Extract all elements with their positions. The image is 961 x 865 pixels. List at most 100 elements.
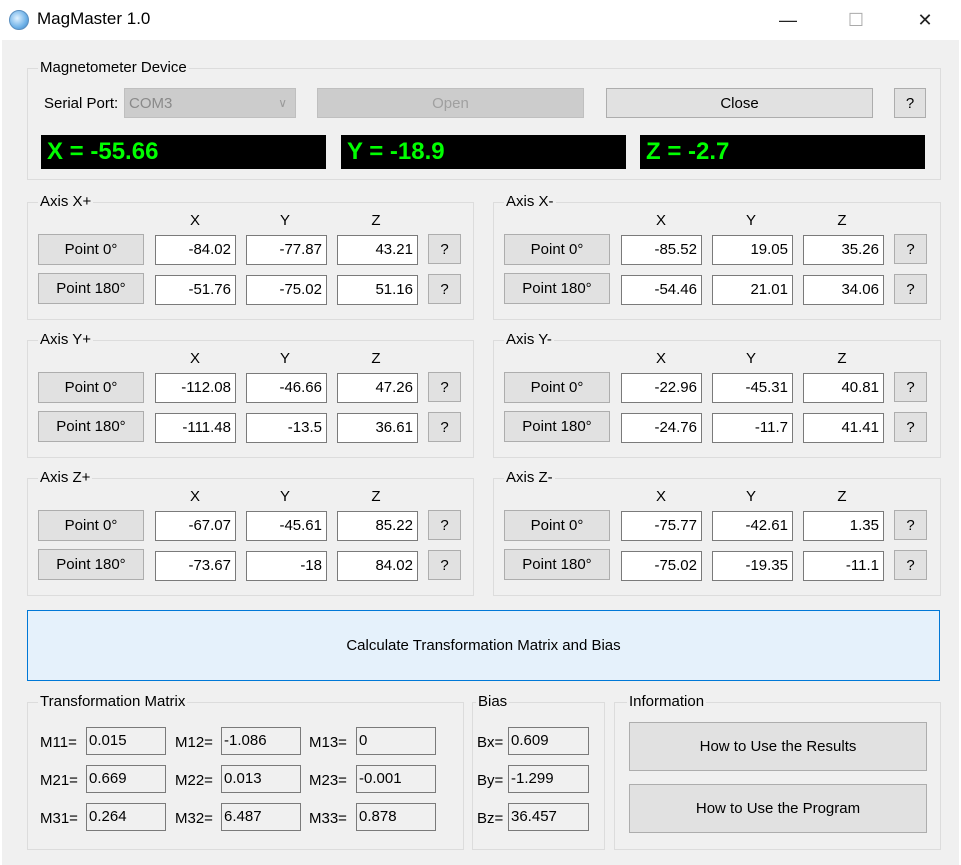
column-header-x: X (189, 212, 200, 229)
column-header-z: Z (371, 212, 381, 229)
point-0-y-field[interactable]: -45.31 (712, 373, 793, 403)
point-0-z-field[interactable]: 35.26 (803, 235, 884, 265)
point-0-z-field[interactable]: 40.81 (803, 373, 884, 403)
device-help-button[interactable]: ? (894, 88, 926, 118)
point-0-z-field[interactable]: 43.21 (337, 235, 418, 265)
point-0-button-x-minus[interactable]: Point 0° (504, 234, 610, 265)
bz-field[interactable]: 36.457 (508, 803, 589, 831)
point-0-help-button[interactable]: ? (428, 372, 461, 402)
close-button[interactable]: Close (606, 88, 873, 118)
device-group-label: Magnetometer Device (38, 59, 189, 76)
m31-field[interactable]: 0.264 (86, 803, 166, 831)
point-180-help-button[interactable]: ? (428, 274, 461, 304)
column-header-z: Z (837, 488, 847, 505)
point-180-z-field[interactable]: 41.41 (803, 413, 884, 443)
m23-field[interactable]: -0.001 (356, 765, 436, 793)
serial-port-value: COM3 (129, 94, 173, 112)
point-180-help-button[interactable]: ? (428, 550, 461, 580)
point-0-button-z-minus[interactable]: Point 0° (504, 510, 610, 541)
m11-field[interactable]: 0.015 (86, 727, 166, 755)
point-180-button-y-plus[interactable]: Point 180° (38, 411, 144, 442)
point-180-x-field[interactable]: -111.48 (155, 413, 236, 443)
point-0-y-field[interactable]: -45.61 (246, 511, 327, 541)
point-0-y-field[interactable]: 19.05 (712, 235, 793, 265)
column-header-x: X (189, 488, 200, 505)
point-0-help-button[interactable]: ? (894, 510, 927, 540)
point-0-x-field[interactable]: -85.52 (621, 235, 702, 265)
minimize-button[interactable]: — (765, 0, 811, 40)
y-readout: Y = -18.9 (341, 135, 626, 169)
point-0-x-field[interactable]: -22.96 (621, 373, 702, 403)
point-0-y-field[interactable]: -42.61 (712, 511, 793, 541)
calculate-button[interactable]: Calculate Transformation Matrix and Bias (27, 610, 940, 681)
axis-group-label: Axis Z- (504, 469, 555, 486)
point-180-z-field[interactable]: 51.16 (337, 275, 418, 305)
close-window-button[interactable]: ✕ (902, 0, 948, 40)
point-0-y-field[interactable]: -46.66 (246, 373, 327, 403)
bx-field[interactable]: 0.609 (508, 727, 589, 755)
point-0-button-y-plus[interactable]: Point 0° (38, 372, 144, 403)
bz-label: Bz= (477, 810, 504, 827)
point-180-y-field[interactable]: 21.01 (712, 275, 793, 305)
point-0-x-field[interactable]: -67.07 (155, 511, 236, 541)
column-header-z: Z (837, 350, 847, 367)
how-to-use-results-button[interactable]: How to Use the Results (629, 722, 927, 771)
maximize-button[interactable]: ☐ (833, 0, 879, 40)
point-0-help-button[interactable]: ? (894, 234, 927, 264)
m12-field[interactable]: -1.086 (221, 727, 301, 755)
axis-group-label: Axis X+ (38, 193, 94, 210)
m32-field[interactable]: 6.487 (221, 803, 301, 831)
bias-group-label: Bias (476, 693, 510, 710)
m32-label: M32= (175, 810, 213, 827)
point-0-y-field[interactable]: -77.87 (246, 235, 327, 265)
point-180-button-x-minus[interactable]: Point 180° (504, 273, 610, 304)
point-180-x-field[interactable]: -54.46 (621, 275, 702, 305)
serial-port-select[interactable]: COM3 ∨ (124, 88, 296, 118)
point-0-z-field[interactable]: 1.35 (803, 511, 884, 541)
point-180-help-button[interactable]: ? (894, 550, 927, 580)
point-0-help-button[interactable]: ? (428, 510, 461, 540)
m13-label: M13= (309, 734, 347, 751)
point-180-y-field[interactable]: -11.7 (712, 413, 793, 443)
m13-field[interactable]: 0 (356, 727, 436, 755)
point-180-y-field[interactable]: -19.35 (712, 551, 793, 581)
by-field[interactable]: -1.299 (508, 765, 589, 793)
point-180-z-field[interactable]: -11.1 (803, 551, 884, 581)
point-180-x-field[interactable]: -73.67 (155, 551, 236, 581)
m12-label: M12= (175, 734, 213, 751)
point-0-button-y-minus[interactable]: Point 0° (504, 372, 610, 403)
point-180-x-field[interactable]: -24.76 (621, 413, 702, 443)
how-to-use-program-button[interactable]: How to Use the Program (629, 784, 927, 833)
point-0-x-field[interactable]: -112.08 (155, 373, 236, 403)
column-header-z: Z (371, 350, 381, 367)
column-header-x: X (189, 350, 200, 367)
point-180-z-field[interactable]: 84.02 (337, 551, 418, 581)
point-180-button-x-plus[interactable]: Point 180° (38, 273, 144, 304)
point-180-button-z-plus[interactable]: Point 180° (38, 549, 144, 580)
m33-field[interactable]: 0.878 (356, 803, 436, 831)
point-0-x-field[interactable]: -75.77 (621, 511, 702, 541)
open-button[interactable]: Open (317, 88, 584, 118)
point-180-y-field[interactable]: -18 (246, 551, 327, 581)
point-180-x-field[interactable]: -75.02 (621, 551, 702, 581)
point-0-help-button[interactable]: ? (428, 234, 461, 264)
point-180-x-field[interactable]: -51.76 (155, 275, 236, 305)
point-180-help-button[interactable]: ? (894, 412, 927, 442)
point-180-button-y-minus[interactable]: Point 180° (504, 411, 610, 442)
point-180-z-field[interactable]: 36.61 (337, 413, 418, 443)
m21-field[interactable]: 0.669 (86, 765, 166, 793)
point-180-y-field[interactable]: -13.5 (246, 413, 327, 443)
m21-label: M21= (40, 772, 78, 789)
point-180-help-button[interactable]: ? (428, 412, 461, 442)
point-180-y-field[interactable]: -75.02 (246, 275, 327, 305)
point-180-help-button[interactable]: ? (894, 274, 927, 304)
point-0-x-field[interactable]: -84.02 (155, 235, 236, 265)
point-0-z-field[interactable]: 47.26 (337, 373, 418, 403)
point-0-help-button[interactable]: ? (894, 372, 927, 402)
point-180-z-field[interactable]: 34.06 (803, 275, 884, 305)
point-0-z-field[interactable]: 85.22 (337, 511, 418, 541)
point-0-button-x-plus[interactable]: Point 0° (38, 234, 144, 265)
point-0-button-z-plus[interactable]: Point 0° (38, 510, 144, 541)
m22-field[interactable]: 0.013 (221, 765, 301, 793)
point-180-button-z-minus[interactable]: Point 180° (504, 549, 610, 580)
